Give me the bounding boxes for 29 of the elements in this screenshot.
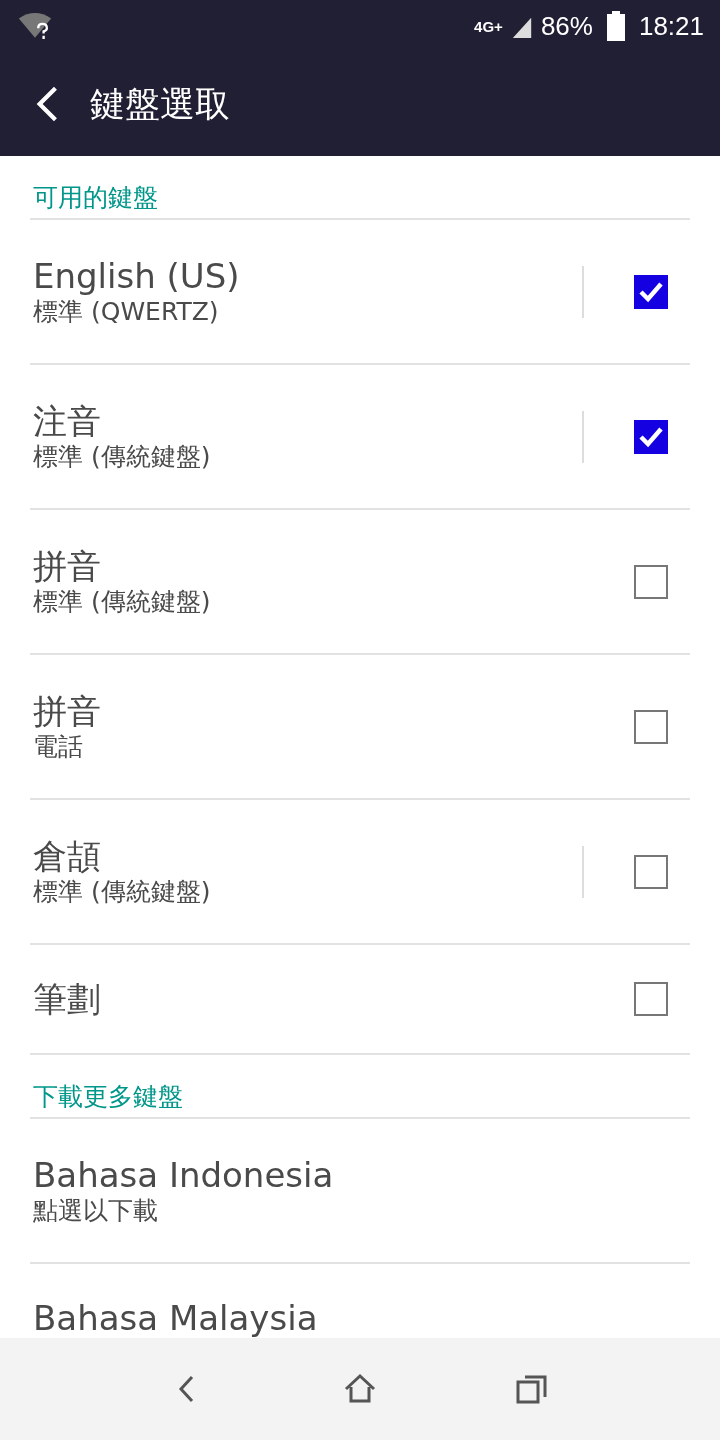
keyboard-name[interactable]: 注音 <box>33 401 582 442</box>
keyboard-description: 標準 (傳統鍵盤) <box>33 441 212 472</box>
keyboard-description: 標準 (QWERTZ) <box>33 296 220 327</box>
section-header: 下載更多鍵盤 <box>30 1055 690 1119</box>
battery-icon <box>606 11 625 41</box>
keyboard-name[interactable]: Bahasa Indonesia <box>33 1155 690 1196</box>
keyboard-name[interactable]: 拼音 <box>33 546 582 587</box>
keyboard-name[interactable]: Bahasa Malaysia <box>33 1297 690 1339</box>
checkbox[interactable] <box>634 564 668 599</box>
checkbox[interactable] <box>634 274 668 309</box>
checkbox[interactable] <box>634 419 668 454</box>
clock-time: 18:21 <box>638 10 704 42</box>
checkbox[interactable] <box>634 854 668 889</box>
checkbox[interactable] <box>634 982 668 1016</box>
keyboard-description: 標準 (傳統鍵盤) <box>33 586 212 617</box>
battery-percent: 86% <box>540 10 593 42</box>
section-header: 可用的鍵盤 <box>30 156 690 220</box>
keyboard-name[interactable]: English (US) <box>33 256 582 297</box>
keyboard-name[interactable]: 拼音 <box>33 691 582 732</box>
checkbox[interactable] <box>634 709 668 744</box>
page-title: 鍵盤選取 <box>90 82 230 126</box>
keyboard-name[interactable]: 筆劃 <box>33 978 582 1020</box>
keyboard-description: 標準 (傳統鍵盤) <box>33 876 212 907</box>
keyboard-description: 電話 <box>33 731 84 762</box>
keyboard-name[interactable]: 倉頡 <box>33 836 582 877</box>
network-label: 4G+ <box>474 17 503 35</box>
keyboard-description: 點選以下載 <box>33 1195 159 1226</box>
wifi-icon <box>18 12 52 40</box>
back-icon[interactable] <box>34 85 60 123</box>
